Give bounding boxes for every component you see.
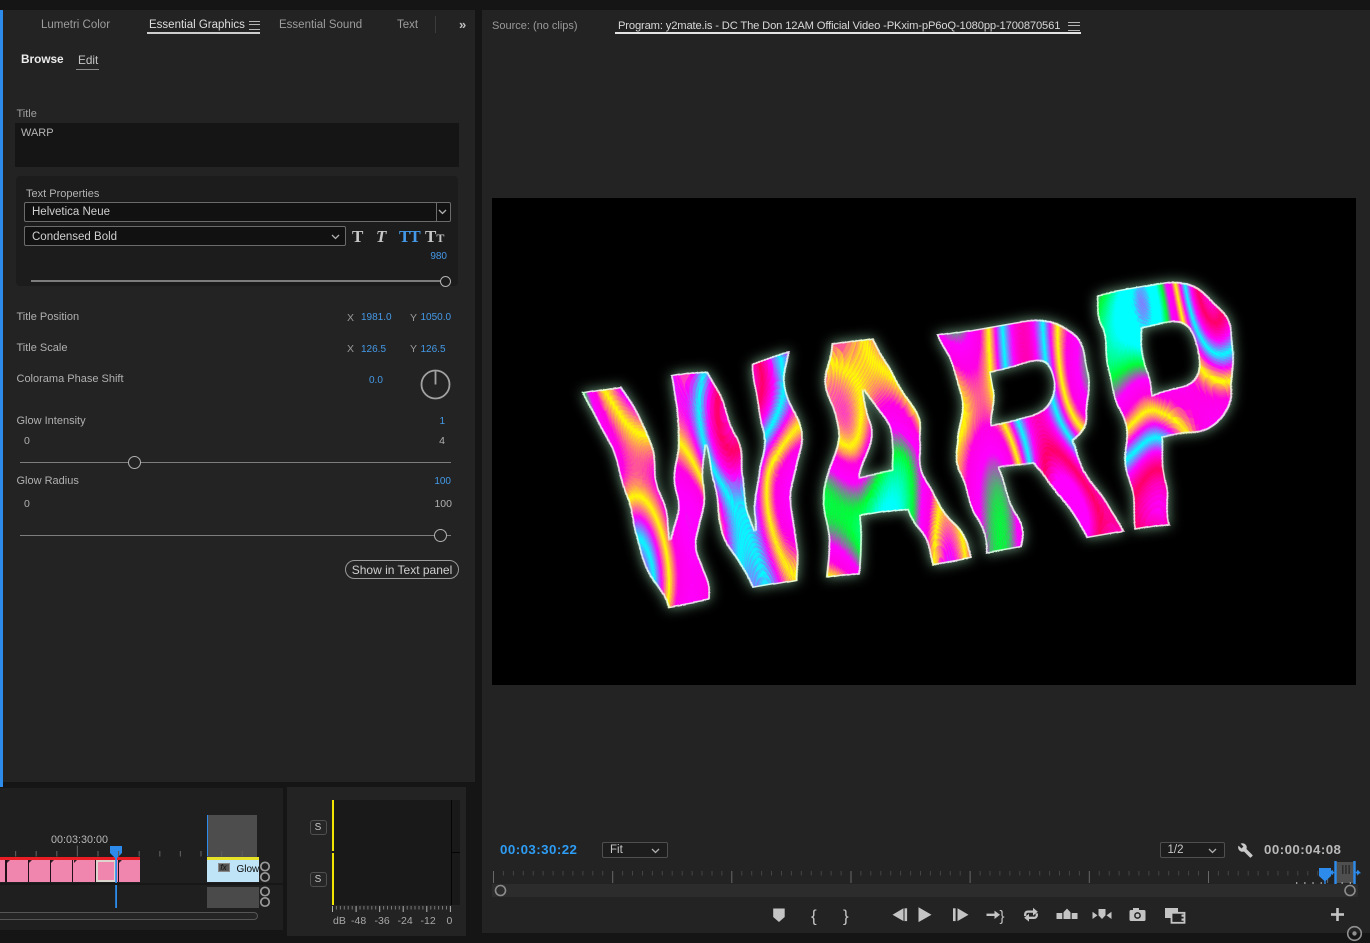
svg-text:{: { <box>811 907 817 926</box>
svg-text:WARP: WARP <box>576 209 1279 685</box>
svg-text:}: } <box>1000 908 1005 925</box>
svg-text:}: } <box>843 907 849 926</box>
